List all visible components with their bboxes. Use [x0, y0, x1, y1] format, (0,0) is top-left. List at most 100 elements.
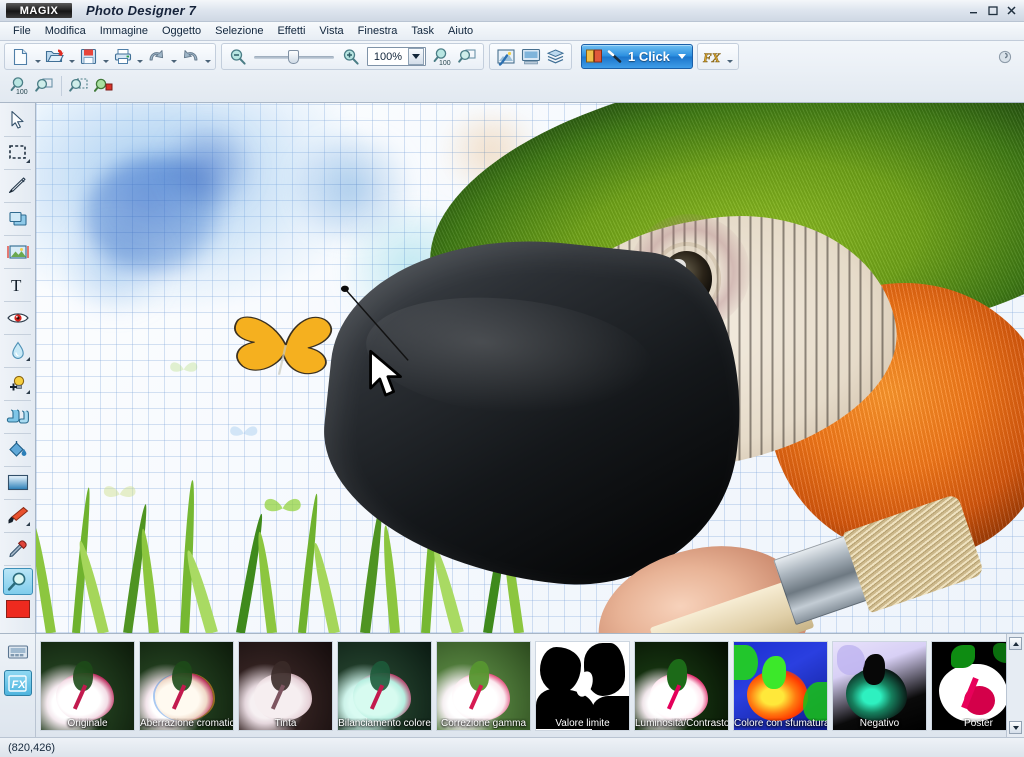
water-drop-blur-tool[interactable]: [3, 337, 33, 364]
save-icon[interactable]: [76, 45, 101, 68]
red-eye-tool[interactable]: [3, 304, 33, 331]
redo-caret[interactable]: [203, 45, 212, 68]
menu-item-finestra[interactable]: Finestra: [351, 23, 405, 39]
undo-caret[interactable]: [169, 45, 178, 68]
thumbnail-image: [536, 641, 629, 730]
filter-thumbnail-valore-limite[interactable]: Valore limite: [535, 640, 630, 731]
parrot-photo: [312, 103, 1024, 633]
print-icon[interactable]: [110, 45, 135, 68]
thumbnail-image: [635, 641, 728, 730]
maximize-icon[interactable]: [984, 2, 1001, 18]
menu-item-modifica[interactable]: Modifica: [38, 23, 93, 39]
crop-image-tool[interactable]: [3, 238, 33, 265]
brightness-lamp-tool[interactable]: [3, 370, 33, 397]
open-folder-caret[interactable]: [67, 45, 76, 68]
menu-item-aiuto[interactable]: Aiuto: [441, 23, 480, 39]
minimize-icon[interactable]: [965, 2, 982, 18]
filmstrip-scrollbar[interactable]: [1006, 634, 1024, 737]
clone-stamp-tool[interactable]: [3, 205, 33, 232]
zoom-100-icon[interactable]: 100: [7, 74, 32, 97]
print-caret[interactable]: [135, 45, 144, 68]
palette-spacer: [0, 618, 35, 633]
smudge-finger-tool[interactable]: [3, 403, 33, 430]
thumbnail-image: [932, 641, 1006, 730]
filmstrip-side-buttons: FX: [0, 634, 36, 737]
new-document-caret[interactable]: [33, 45, 42, 68]
scroll-down-icon[interactable]: [1009, 721, 1022, 734]
menu-item-task[interactable]: Task: [404, 23, 441, 39]
zoom-out-icon[interactable]: [225, 45, 250, 68]
image-canvas[interactable]: [36, 103, 1024, 633]
save-caret[interactable]: [101, 45, 110, 68]
menu-item-selezione[interactable]: Selezione: [208, 23, 270, 39]
help-icon[interactable]: [994, 46, 1016, 68]
display-preview-button[interactable]: [4, 640, 32, 666]
filter-thumbnail-negativo[interactable]: Negativo: [832, 640, 927, 731]
zoom-slider[interactable]: [254, 47, 334, 67]
tool-options-corner[interactable]: [22, 159, 30, 163]
filter-thumbnail-bilanciamento-colore[interactable]: Bilanciamento colore: [337, 640, 432, 731]
filmstrip-thumbnails[interactable]: Originale Aberrazione cromatica Tinta Bi…: [36, 634, 1006, 737]
zoom-slider-knob[interactable]: [288, 49, 299, 64]
filter-thumbnail-aberrazione-cromatica[interactable]: Aberrazione cromatica: [139, 640, 234, 731]
presentation-icon[interactable]: [518, 45, 543, 68]
mode-toolbar-group: [489, 43, 572, 70]
chevron-down-icon[interactable]: [408, 48, 424, 65]
svg-text:FX: FX: [12, 679, 27, 691]
filter-thumbnail-colore-con-sfumatura[interactable]: Colore con sfumatura: [733, 640, 828, 731]
pen-draw-tool[interactable]: [3, 172, 33, 199]
one-click-button[interactable]: 1 Click: [581, 44, 693, 69]
thumbnail-label: Aberrazione cromatica: [140, 717, 233, 729]
scroll-up-icon[interactable]: [1009, 637, 1022, 650]
menu-item-file[interactable]: File: [6, 23, 38, 39]
undo-icon[interactable]: [144, 45, 169, 68]
menu-item-effetti[interactable]: Effetti: [270, 23, 312, 39]
tool-options-corner[interactable]: [22, 390, 30, 394]
fx-button[interactable]: FX: [701, 45, 726, 68]
new-document-icon[interactable]: [8, 45, 33, 68]
marquee-selection-tool[interactable]: [3, 139, 33, 166]
filter-thumbnail-originale[interactable]: Originale: [40, 640, 135, 731]
one-click-caret-icon[interactable]: [677, 54, 686, 59]
eyedropper-tool[interactable]: [3, 535, 33, 562]
tool-options-corner[interactable]: [22, 357, 30, 361]
filter-thumbnail-poster[interactable]: Poster: [931, 640, 1006, 731]
palette-divider: [4, 433, 31, 434]
zoom-in-icon[interactable]: [338, 45, 363, 68]
zoom-selection-icon[interactable]: [66, 74, 91, 97]
thumbnail-image: [734, 641, 827, 730]
zoom-100-icon[interactable]: 100: [430, 45, 455, 68]
layers-icon[interactable]: [543, 45, 568, 68]
zoom-level-select[interactable]: 100%: [367, 47, 426, 66]
svg-text:T: T: [11, 276, 22, 294]
zoom-fit-icon[interactable]: [455, 45, 480, 68]
gradient-tool[interactable]: [3, 469, 33, 496]
zoom-object-icon[interactable]: [91, 74, 116, 97]
fx-caret[interactable]: [726, 45, 735, 68]
one-click-label: 1 Click: [628, 49, 670, 64]
redo-icon[interactable]: [178, 45, 203, 68]
decorative-butterfly: [164, 352, 204, 384]
butterfly-object[interactable]: [229, 304, 343, 389]
filter-thumbnail-luminosita-contrasto[interactable]: Luminosità/Contrasto: [634, 640, 729, 731]
menu-item-immagine[interactable]: Immagine: [93, 23, 155, 39]
palette-divider: [4, 301, 31, 302]
foreground-color-swatch[interactable]: [5, 600, 30, 618]
zoom-magnifier-tool[interactable]: [2, 568, 33, 595]
open-folder-icon[interactable]: [42, 45, 67, 68]
close-icon[interactable]: [1003, 2, 1020, 18]
filter-thumbnail-correzione-gamma[interactable]: Correzione gamma: [436, 640, 531, 731]
filter-thumbnail-tinta[interactable]: Tinta: [238, 640, 333, 731]
fx-effects-button[interactable]: FX: [3, 670, 32, 696]
zoom-fit-icon[interactable]: [32, 74, 57, 97]
zoom-level-value: 100%: [373, 50, 403, 63]
paint-bucket-tool[interactable]: [3, 436, 33, 463]
paintbrush-tool[interactable]: [3, 502, 33, 529]
watercolor-splash: [154, 124, 264, 209]
menu-item-vista[interactable]: Vista: [312, 23, 350, 39]
text-tool[interactable]: T: [3, 271, 33, 298]
select-arrow-tool[interactable]: [3, 106, 33, 133]
tool-options-corner[interactable]: [22, 522, 30, 526]
menu-item-oggetto[interactable]: Oggetto: [155, 23, 208, 39]
photo-edit-icon[interactable]: [493, 45, 518, 68]
